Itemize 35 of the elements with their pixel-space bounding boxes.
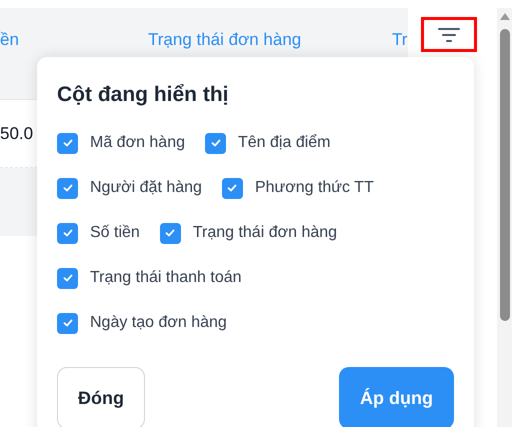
filter-icon (438, 26, 460, 42)
apply-button[interactable]: Áp dụng (339, 367, 454, 427)
checkbox[interactable] (205, 132, 226, 154)
checkbox[interactable] (57, 222, 78, 244)
option-label: Số tiền (90, 223, 140, 243)
close-button[interactable]: Đóng (57, 367, 145, 427)
scrollbar-thumb[interactable] (500, 29, 510, 321)
check-icon (62, 317, 74, 329)
option-label: Tên địa điểm (238, 133, 330, 153)
checkbox[interactable] (57, 268, 78, 288)
popup-title: Cột đang hiển thị (57, 82, 230, 108)
option-label: Trạng thái đơn hàng (192, 223, 338, 243)
option-label: Người đặt hàng (90, 178, 202, 198)
checkbox[interactable] (57, 312, 78, 334)
checkbox[interactable] (222, 178, 243, 198)
checkbox[interactable] (160, 222, 181, 244)
check-icon (210, 137, 222, 149)
checkbox[interactable] (57, 132, 78, 154)
column-header[interactable]: ền (0, 27, 19, 52)
check-icon (164, 227, 176, 239)
column-header[interactable]: Trạng thái đơn hàng (148, 27, 302, 52)
check-icon (62, 137, 74, 149)
check-icon (226, 182, 238, 194)
option-label: Trạng thái thanh toán (90, 268, 242, 288)
option-label: Phương thức TT (254, 178, 374, 198)
check-icon (62, 182, 74, 194)
table-cell-text: 50.0 (0, 122, 34, 145)
option-label: Mã đơn hàng (90, 133, 185, 153)
check-icon (62, 272, 74, 284)
filter-button[interactable] (421, 17, 477, 52)
option-label: Ngày tạo đơn hàng (90, 313, 227, 333)
scroll-up-icon[interactable] (498, 12, 510, 21)
check-icon (62, 227, 74, 239)
column-header[interactable]: Tr (392, 27, 408, 52)
checkbox[interactable] (57, 178, 78, 198)
